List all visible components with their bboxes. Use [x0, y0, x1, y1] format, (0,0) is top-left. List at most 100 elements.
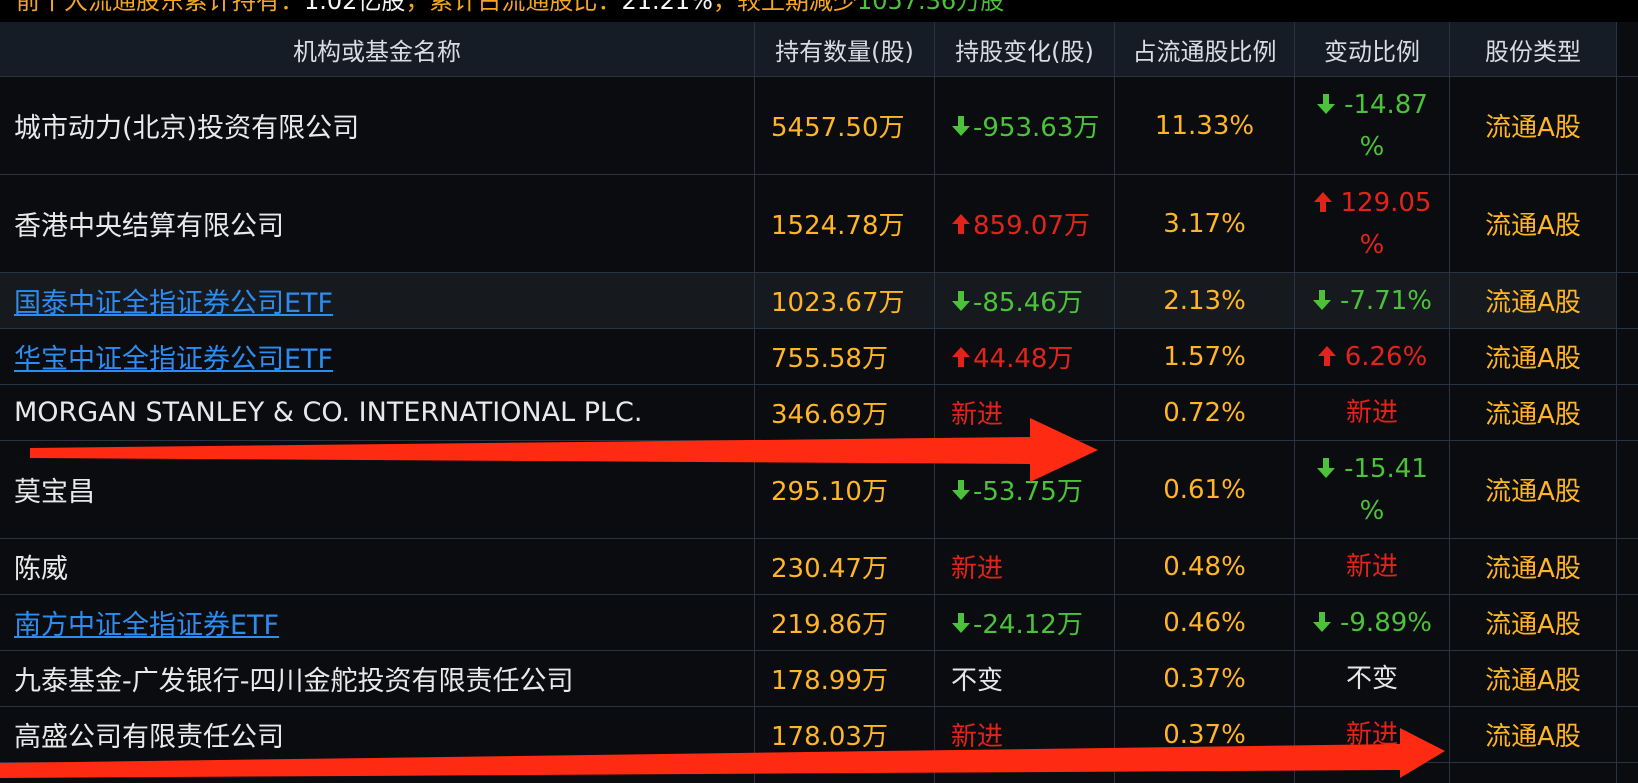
change-ratio: -9.89% — [1295, 595, 1450, 651]
holder-name: 九泰基金-广发银行-四川金舵投资有限责任公司 — [0, 651, 755, 707]
table-edge — [1617, 273, 1638, 329]
share-type: 流通A股 — [1450, 77, 1617, 175]
holding-change: 859.07万 — [935, 175, 1115, 273]
float-percentage: 0.48% — [1115, 539, 1295, 595]
header-holding[interactable]: 持有数量(股) — [755, 22, 935, 77]
float-percentage: 0.37% — [1115, 651, 1295, 707]
change-ratio-line: % — [1359, 229, 1385, 260]
change-ratio-text: -9.89% — [1312, 602, 1432, 644]
holder-name-text[interactable]: 国泰中证全指证券公司ETF — [14, 281, 333, 320]
header-share-type[interactable]: 股份类型 — [1450, 22, 1617, 77]
summary-bar: 前十大流通股东累计持有：1.02亿股，累计占流通股比：21.21%，较上期减少1… — [0, 0, 1638, 22]
fund-link[interactable]: 华宝中证全指证券公司ETF — [0, 329, 755, 385]
holding-change: -85.46万 — [935, 273, 1115, 329]
summary-part: 21.21% — [621, 0, 713, 15]
change-ratio: 新进 — [1295, 539, 1450, 595]
change-ratio-line: 129.05 — [1313, 182, 1432, 224]
change-ratio-line: -9.89% — [1312, 602, 1432, 644]
float-percentage: 11.33% — [1115, 77, 1295, 175]
holder-name-text: 九泰基金-广发银行-四川金舵投资有限责任公司 — [14, 666, 574, 697]
holding-change-value: 不变 — [951, 666, 1004, 696]
table-footer — [1295, 763, 1450, 783]
holder-name: 莫宝昌 — [0, 441, 755, 539]
holding-change: -24.12万 — [935, 595, 1115, 651]
table-edge — [1617, 595, 1638, 651]
share-type: 流通A股 — [1450, 595, 1617, 651]
holding-amount: 346.69万 — [755, 385, 935, 441]
summary-part: ，较上期减少 — [712, 0, 857, 15]
change-ratio-text: 新进 — [1346, 546, 1398, 588]
share-type: 流通A股 — [1450, 273, 1617, 329]
holder-name-text: 城市动力(北京)投资有限公司 — [14, 113, 360, 144]
holding-change: -953.63万 — [935, 77, 1115, 175]
change-ratio: -14.87% — [1295, 77, 1450, 175]
holding-amount: 178.99万 — [755, 651, 935, 707]
change-ratio-text: 新进 — [1346, 392, 1398, 434]
holder-name-text: 香港中央结算有限公司 — [14, 211, 284, 242]
float-percentage: 0.46% — [1115, 595, 1295, 651]
table-edge — [1617, 77, 1638, 175]
float-percentage: 0.72% — [1115, 385, 1295, 441]
holder-name-text: 高盛公司有限责任公司 — [14, 722, 284, 753]
holding-change-value: -953.63万 — [973, 113, 1100, 143]
header-float-pct[interactable]: 占流通股比例 — [1115, 22, 1295, 77]
change-ratio-line: -7.71% — [1312, 280, 1432, 322]
table-footer — [1115, 763, 1295, 783]
arrow-down-icon — [1317, 93, 1336, 114]
holder-name: 陈威 — [0, 539, 755, 595]
holding-amount: 178.03万 — [755, 707, 935, 763]
summary-part: 前十大流通股东累计持有： — [16, 0, 304, 15]
change-ratio-text: 新进 — [1346, 714, 1398, 756]
header-change-ratio[interactable]: 变动比例 — [1295, 22, 1450, 77]
holder-name-text[interactable]: 华宝中证全指证券公司ETF — [14, 337, 333, 376]
header-change[interactable]: 持股变化(股) — [935, 22, 1115, 77]
holding-amount: 1023.67万 — [755, 273, 935, 329]
holder-name-text: 陈威 — [14, 554, 68, 585]
arrow-up-icon — [952, 213, 970, 234]
share-type: 流通A股 — [1450, 651, 1617, 707]
table-edge — [1617, 707, 1638, 763]
table-footer — [1450, 763, 1617, 783]
change-ratio-line: 新进 — [1345, 719, 1398, 750]
share-type: 流通A股 — [1450, 441, 1617, 539]
arrow-up-icon — [1317, 345, 1336, 366]
float-percentage: 2.13% — [1115, 273, 1295, 329]
change-ratio-line: 不变 — [1345, 663, 1398, 694]
holding-amount: 219.86万 — [755, 595, 935, 651]
change-ratio-line: 新进 — [1345, 397, 1398, 428]
fund-link[interactable]: 国泰中证全指证券公司ETF — [0, 273, 755, 329]
holding-change: 新进 — [935, 385, 1115, 441]
arrow-down-icon — [952, 479, 970, 500]
change-ratio-text: -14.87% — [1316, 84, 1428, 168]
share-type: 流通A股 — [1450, 329, 1617, 385]
table-edge — [1617, 441, 1638, 539]
change-ratio-text: 6.26% — [1317, 336, 1427, 378]
table-footer — [935, 763, 1115, 783]
change-ratio: 129.05% — [1295, 175, 1450, 273]
table-edge — [1617, 329, 1638, 385]
share-type: 流通A股 — [1450, 539, 1617, 595]
holding-change: 44.48万 — [935, 329, 1115, 385]
share-type: 流通A股 — [1450, 385, 1617, 441]
table-footer — [755, 763, 935, 783]
change-ratio-line: % — [1359, 495, 1385, 526]
table-edge — [1617, 651, 1638, 707]
change-ratio-value: -15.41 — [1344, 453, 1428, 484]
fund-link[interactable]: 南方中证全指证券ETF — [0, 595, 755, 651]
table-footer — [0, 763, 755, 783]
change-ratio-text: 129.05% — [1313, 182, 1432, 266]
change-ratio-line: 6.26% — [1317, 336, 1427, 378]
holder-name-text: MORGAN STANLEY & CO. INTERNATIONAL PLC. — [14, 397, 643, 428]
change-ratio-line: % — [1359, 131, 1385, 162]
holder-name: 城市动力(北京)投资有限公司 — [0, 77, 755, 175]
header-name[interactable]: 机构或基金名称 — [0, 22, 755, 77]
change-ratio: 6.26% — [1295, 329, 1450, 385]
holder-name-text: 莫宝昌 — [14, 477, 95, 508]
change-ratio-line: 新进 — [1345, 551, 1398, 582]
summary-part: 1.02亿股 — [304, 0, 406, 15]
change-ratio-value: 129.05 — [1340, 187, 1432, 218]
holder-name: 香港中央结算有限公司 — [0, 175, 755, 273]
float-percentage: 3.17% — [1115, 175, 1295, 273]
holder-name-text[interactable]: 南方中证全指证券ETF — [14, 603, 279, 642]
change-ratio-text: -7.71% — [1312, 280, 1432, 322]
